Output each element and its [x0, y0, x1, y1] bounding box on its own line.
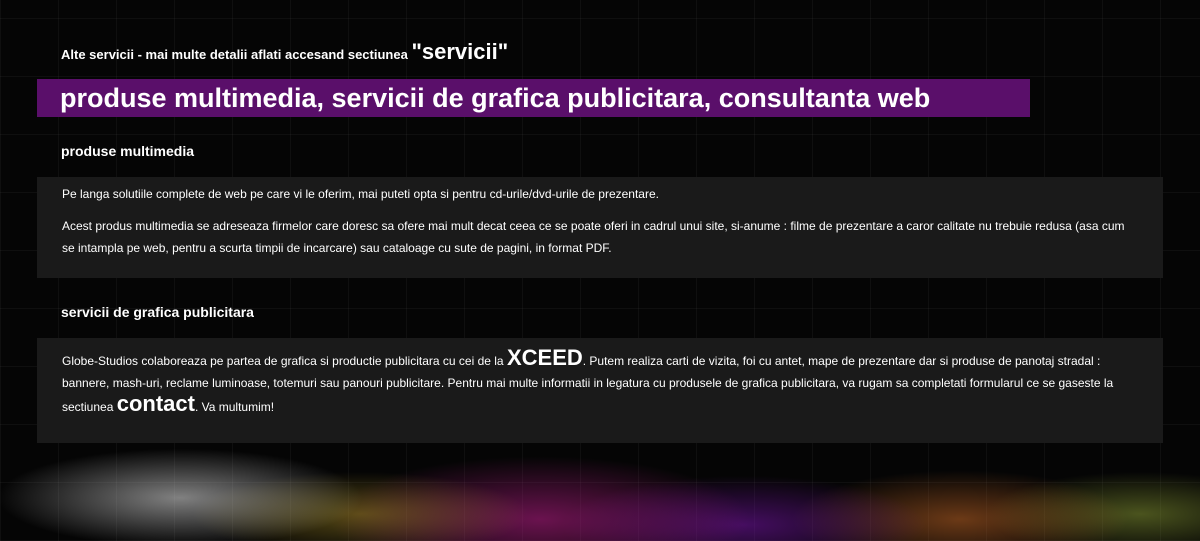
section-title-grafica: servicii de grafica publicitara: [61, 304, 254, 320]
grafica-content: Globe-Studios colaboreaza pe partea de g…: [37, 338, 1163, 443]
servicii-link[interactable]: "servicii": [411, 39, 508, 64]
xceed-link[interactable]: XCEED: [507, 345, 583, 370]
multimedia-paragraph-2: Acest produs multimedia se adreseaza fir…: [62, 219, 1125, 255]
banner-title: produse multimedia, servicii de grafica …: [60, 83, 931, 113]
contact-link[interactable]: contact: [117, 391, 195, 416]
grafica-text-c: . Va multumim!: [194, 400, 275, 414]
grafica-text-a: Globe-Studios colaboreaza pe partea de g…: [62, 354, 504, 368]
multimedia-content: Pe langa solutiile complete de web pe ca…: [37, 177, 1163, 278]
intro-line: Alte servicii - mai multe detalii aflati…: [61, 40, 508, 67]
multimedia-paragraph-1: Pe langa solutiile complete de web pe ca…: [62, 187, 659, 201]
intro-text: Alte servicii - mai multe detalii aflati…: [61, 47, 408, 62]
page-banner: produse multimedia, servicii de grafica …: [37, 79, 1030, 117]
section-title-multimedia: produse multimedia: [61, 143, 195, 159]
grafica-paragraph: Globe-Studios colaboreaza pe partea de g…: [62, 345, 1139, 418]
